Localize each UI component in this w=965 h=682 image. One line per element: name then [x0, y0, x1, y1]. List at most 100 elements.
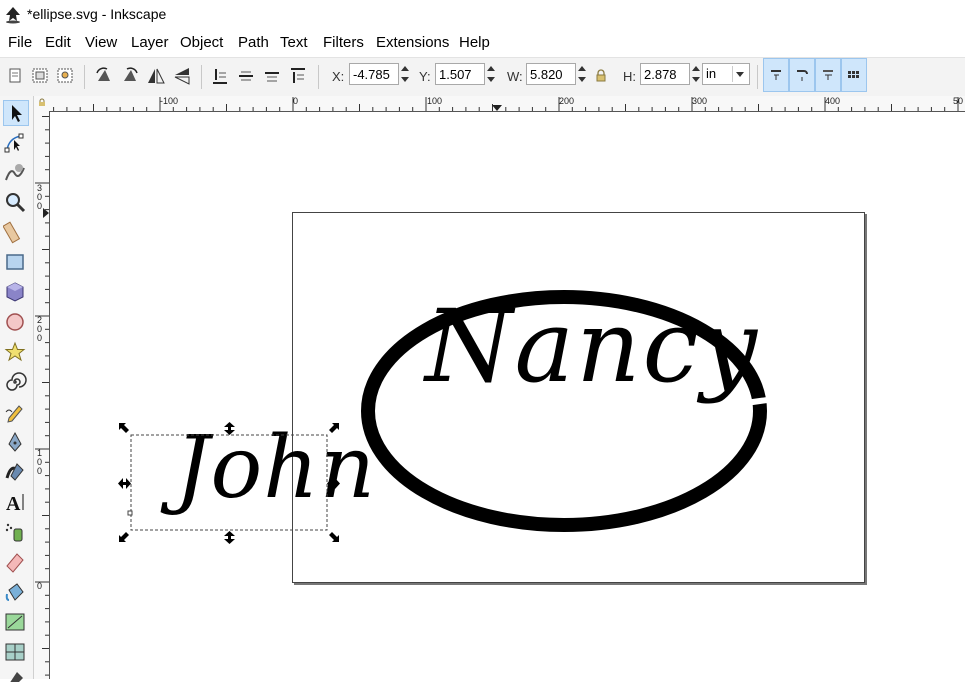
h-spinner[interactable] — [690, 63, 702, 85]
flip-horizontal-icon[interactable] — [145, 65, 167, 87]
dropper-tool[interactable] — [3, 670, 29, 682]
ellipse-tool[interactable] — [3, 310, 29, 336]
menu-help[interactable]: Help — [459, 34, 490, 51]
scale-patterns-button[interactable] — [841, 58, 867, 92]
drawing-canvas[interactable]: Nancy John — [50, 112, 965, 679]
w-spinner[interactable] — [576, 63, 588, 85]
measure-tool[interactable] — [2, 220, 29, 246]
raise-icon[interactable] — [261, 65, 283, 87]
ruler-label: 0 — [37, 581, 43, 591]
scale-handle-sw[interactable] — [118, 531, 130, 543]
tweak-icon — [5, 164, 25, 181]
scale-handle-n[interactable] — [224, 422, 235, 435]
scale-handle-e[interactable] — [327, 478, 340, 489]
calligraphy-tool[interactable] — [3, 460, 29, 486]
ruler-label: 300 — [692, 96, 708, 106]
lower-to-bottom-icon[interactable] — [209, 65, 231, 87]
x-label: X: — [332, 69, 345, 84]
ruler-label: 0 — [293, 96, 299, 106]
ruler-label: 200 — [37, 315, 43, 343]
h-field[interactable]: 2.878 — [640, 63, 690, 85]
pen-icon — [8, 431, 22, 452]
pencil-icon — [5, 405, 23, 423]
menu-path[interactable]: Path — [238, 34, 269, 51]
scale-corners-button[interactable] — [789, 58, 815, 92]
menu-file[interactable]: File — [8, 34, 32, 51]
tweak-tool[interactable] — [3, 160, 29, 186]
calligraphy-pen-icon — [5, 463, 24, 481]
pen-tool[interactable] — [3, 430, 29, 456]
text-nancy[interactable]: Nancy — [425, 297, 759, 397]
menu-object[interactable]: Object — [180, 34, 223, 51]
paint-bucket-tool[interactable] — [3, 580, 29, 606]
lock-icon[interactable] — [595, 69, 607, 83]
spiral-tool[interactable] — [3, 370, 29, 396]
vertical-ruler[interactable]: 300 200 100 0 — [34, 111, 50, 679]
scale-handle-nw[interactable] — [118, 422, 130, 434]
toolbox: A — [0, 96, 34, 682]
x-spinner[interactable] — [399, 63, 411, 85]
spray-icon — [5, 523, 23, 542]
lower-icon[interactable] — [235, 65, 257, 87]
star-tool[interactable] — [3, 340, 29, 366]
unit-select[interactable]: in — [702, 63, 750, 85]
raise-to-top-icon[interactable] — [287, 65, 309, 87]
gradient-icon — [5, 613, 25, 631]
horizontal-ruler[interactable]: -100 0 100 200 300 400 50 — [49, 96, 965, 112]
paint-bucket-icon — [5, 583, 24, 601]
cube-icon — [6, 282, 24, 302]
w-label: W: — [507, 69, 523, 84]
w-field[interactable]: 5.820 — [526, 63, 576, 85]
scale-handle-s[interactable] — [224, 531, 235, 544]
arrow-pointer-icon — [12, 105, 22, 122]
scale-handle-ne[interactable] — [328, 422, 340, 434]
scale-corners-icon — [797, 70, 808, 81]
rectangle-icon — [6, 254, 24, 270]
selector-tool[interactable] — [3, 100, 29, 126]
y-spinner[interactable] — [485, 63, 497, 85]
ruler-position-marker — [43, 208, 49, 218]
mesh-tool[interactable] — [3, 640, 29, 666]
eraser-tool[interactable] — [3, 550, 29, 576]
h-label: H: — [623, 69, 636, 84]
select-all-layers-icon[interactable] — [29, 65, 51, 87]
ruler-icon — [2, 221, 21, 244]
star-icon — [4, 341, 26, 362]
rotate-cw-icon[interactable] — [119, 65, 141, 87]
y-field[interactable]: 1.507 — [435, 63, 485, 85]
scale-handle-se[interactable] — [328, 531, 340, 543]
y-label: Y: — [419, 69, 431, 84]
scale-stroke-button[interactable] — [763, 58, 789, 92]
menu-filters[interactable]: Filters — [323, 34, 364, 51]
pencil-tool[interactable] — [3, 400, 29, 426]
menu-layer[interactable]: Layer — [131, 34, 169, 51]
menu-text[interactable]: Text — [280, 34, 308, 51]
node-tool[interactable] — [3, 130, 29, 156]
spray-tool[interactable] — [3, 520, 29, 546]
spiral-icon — [6, 372, 27, 391]
text-icon: A — [6, 493, 24, 515]
deselect-icon[interactable] — [54, 65, 76, 87]
eraser-icon — [6, 553, 24, 573]
mesh-icon — [5, 643, 25, 661]
menu-view[interactable]: View — [85, 34, 117, 51]
ruler-label: 200 — [559, 96, 575, 106]
rectangle-tool[interactable] — [3, 250, 29, 276]
text-tool[interactable]: A — [3, 490, 29, 516]
menu-extensions[interactable]: Extensions — [376, 34, 449, 51]
ruler-label: 400 — [825, 96, 841, 106]
gradient-tool[interactable] — [3, 610, 29, 636]
x-field[interactable]: -4.785 — [349, 63, 399, 85]
menu-edit[interactable]: Edit — [45, 34, 71, 51]
select-all-icon[interactable] — [4, 65, 26, 87]
selection-box — [127, 434, 328, 531]
toolbar-separator — [201, 65, 202, 89]
scale-gradients-button[interactable] — [815, 58, 841, 92]
3d-box-tool[interactable] — [3, 280, 29, 306]
zoom-tool[interactable] — [3, 190, 29, 216]
scale-handle-w[interactable] — [118, 478, 131, 489]
ruler-label: 50 — [953, 96, 964, 106]
rotate-ccw-icon[interactable] — [93, 65, 115, 87]
flip-vertical-icon[interactable] — [171, 65, 193, 87]
title-bar: *ellipse.svg - Inkscape — [0, 0, 965, 30]
